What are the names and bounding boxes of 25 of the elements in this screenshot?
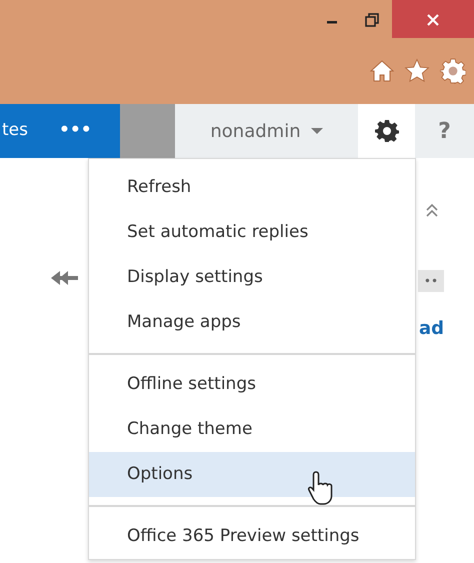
close-icon	[426, 12, 440, 27]
link-text[interactable]: ad	[419, 315, 444, 342]
menu-item[interactable]: Office 365 Preview settings	[89, 514, 415, 559]
user-menu-button[interactable]: nonadmin	[175, 104, 358, 158]
menu-item[interactable]: Display settings	[89, 255, 415, 300]
favorites-star-icon[interactable]	[404, 58, 430, 84]
more-button[interactable]: •••	[58, 117, 93, 145]
restore-icon[interactable]	[365, 12, 379, 27]
dropdown-caret-icon	[310, 127, 323, 135]
menu-item[interactable]: Offline settings	[89, 362, 415, 407]
menu-item[interactable]: Set automatic replies	[89, 210, 415, 255]
double-chevron-up-icon[interactable]	[426, 202, 438, 218]
menu-item[interactable]: Options	[89, 452, 415, 497]
menu-item[interactable]: Change theme	[89, 407, 415, 452]
menu-item[interactable]: Manage apps	[89, 300, 415, 345]
app-title-text: tes	[2, 119, 28, 142]
settings-icon[interactable]	[440, 58, 466, 84]
help-button[interactable]: ?	[415, 104, 474, 158]
collapse-arrows-icon[interactable]	[50, 268, 78, 288]
menu-item[interactable]: Refresh	[89, 165, 415, 210]
settings-icon	[374, 119, 398, 143]
avatar-placeholder	[120, 104, 175, 158]
close-button[interactable]	[392, 0, 474, 38]
home-icon[interactable]	[370, 58, 394, 84]
more-button[interactable]: ••	[418, 270, 444, 292]
